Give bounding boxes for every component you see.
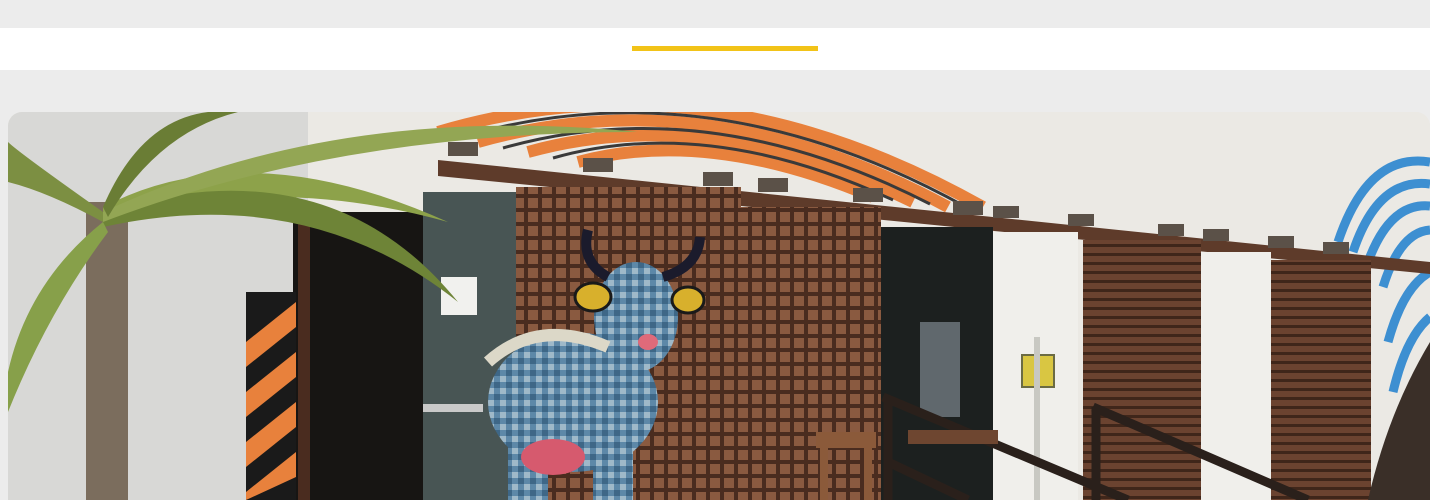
door-notice <box>441 277 477 315</box>
door-handle <box>423 404 483 412</box>
sign-pole <box>1034 337 1040 500</box>
header-band <box>0 28 1430 70</box>
window-poster <box>920 322 960 417</box>
door-frame <box>298 212 310 500</box>
section-gap <box>0 70 1430 112</box>
top-strip <box>0 0 1430 28</box>
hero-image-card <box>8 112 1430 500</box>
lattice-panel-right <box>741 207 881 500</box>
shutter-left <box>1083 240 1201 500</box>
shutter-right <box>1271 260 1371 500</box>
header-accent-bar <box>632 46 818 51</box>
hero-photo-icon <box>8 112 1430 500</box>
striped-post <box>246 292 296 500</box>
